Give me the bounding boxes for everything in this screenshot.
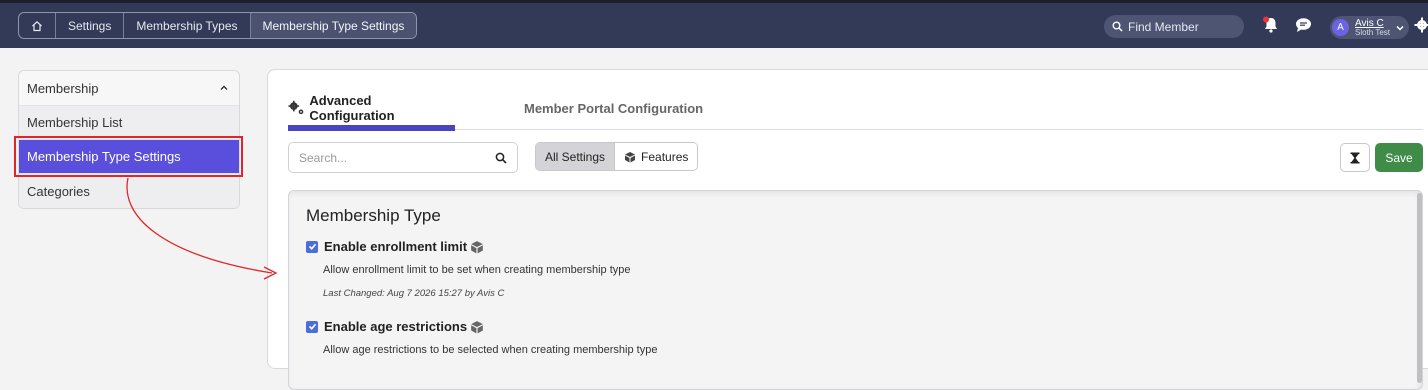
all-settings-button[interactable]: All Settings xyxy=(536,143,614,170)
sidebar-item-categories[interactable]: Categories xyxy=(19,174,239,208)
package-icon xyxy=(624,151,636,163)
history-button[interactable] xyxy=(1340,143,1370,172)
tab-member-portal-configuration[interactable]: Member Portal Configuration xyxy=(524,86,703,130)
search-icon xyxy=(1112,21,1123,32)
package-icon xyxy=(470,320,484,334)
enable-age-restrictions-checkbox[interactable] xyxy=(306,321,318,333)
sidebar-item-label: Membership Type Settings xyxy=(27,149,181,164)
enable-enrollment-limit-checkbox[interactable] xyxy=(306,241,318,253)
check-icon xyxy=(308,322,317,331)
sidebar-group-membership[interactable]: Membership xyxy=(19,71,239,106)
features-label: Features xyxy=(641,150,688,164)
tab-advanced-configuration[interactable]: Advanced Configuration xyxy=(288,86,455,130)
breadcrumb-membership-types[interactable]: Membership Types xyxy=(123,13,249,38)
user-name-block: Avis C Sloth Test xyxy=(1355,19,1390,37)
chat-icon xyxy=(1295,17,1312,33)
chevron-up-icon xyxy=(219,83,229,93)
avatar: A xyxy=(1332,19,1349,36)
settings-search-input[interactable]: Search... xyxy=(288,142,518,173)
search-placeholder: Search... xyxy=(299,151,347,165)
tab-label: Advanced Configuration xyxy=(309,93,455,123)
features-button[interactable]: Features xyxy=(614,143,697,170)
sidebar-item-membership-type-settings[interactable]: Membership Type Settings xyxy=(19,140,239,174)
setting-age-restrictions: Enable age restrictions Allow age restri… xyxy=(306,319,657,356)
check-icon xyxy=(308,242,317,251)
tab-label: Member Portal Configuration xyxy=(524,101,703,116)
breadcrumb-home[interactable] xyxy=(19,13,55,38)
setting-title: Enable enrollment limit xyxy=(324,239,467,254)
notifications-button[interactable] xyxy=(1262,16,1280,39)
settings-button[interactable] xyxy=(1414,17,1428,38)
setting-description: Allow enrollment limit to be set when cr… xyxy=(323,264,631,276)
user-name: Avis C xyxy=(1355,19,1390,28)
breadcrumb-settings[interactable]: Settings xyxy=(55,13,123,38)
sidebar-item-membership-list[interactable]: Membership List xyxy=(19,106,239,140)
settings-filter-group: All Settings Features xyxy=(535,142,698,171)
home-icon xyxy=(31,20,43,32)
setting-header: Enable enrollment limit xyxy=(306,239,631,254)
setting-title: Enable age restrictions xyxy=(324,319,467,334)
user-menu[interactable]: A Avis C Sloth Test xyxy=(1330,16,1409,39)
scrollbar[interactable] xyxy=(1417,193,1422,383)
sidebar-group-label: Membership xyxy=(27,81,99,96)
setting-enrollment-limit: Enable enrollment limit Allow enrollment… xyxy=(306,239,631,299)
find-member-search[interactable]: Find Member xyxy=(1104,15,1244,38)
package-icon xyxy=(470,240,484,254)
breadcrumb-membership-type-settings[interactable]: Membership Type Settings xyxy=(250,13,417,38)
section-title: Membership Type xyxy=(306,206,441,226)
messages-button[interactable] xyxy=(1295,17,1312,38)
main-panel: Advanced Configuration Member Portal Con… xyxy=(267,69,1428,369)
setting-description: Allow age restrictions to be selected wh… xyxy=(323,344,657,356)
setting-last-changed: Last Changed: Aug 7 2026 15:27 by Avis C xyxy=(323,288,631,299)
sidebar: Membership Membership List Membership Ty… xyxy=(18,70,240,209)
user-org: Sloth Test xyxy=(1355,28,1390,37)
setting-header: Enable age restrictions xyxy=(306,319,657,334)
tab-bar: Advanced Configuration Member Portal Con… xyxy=(288,86,1423,130)
hourglass-icon xyxy=(1350,152,1360,164)
find-member-placeholder: Find Member xyxy=(1128,20,1199,34)
search-icon xyxy=(495,152,507,164)
sidebar-item-label: Categories xyxy=(27,184,90,199)
bell-icon xyxy=(1262,16,1280,34)
save-button[interactable]: Save xyxy=(1375,143,1423,172)
chevron-down-icon xyxy=(1395,23,1405,33)
top-bar: Settings Membership Types Membership Typ… xyxy=(0,0,1428,48)
sidebar-item-label: Membership List xyxy=(27,115,122,130)
membership-type-section: Membership Type Enable enrollment limit … xyxy=(288,190,1423,390)
breadcrumb: Settings Membership Types Membership Typ… xyxy=(18,12,417,39)
gears-icon xyxy=(288,100,305,116)
gear-icon xyxy=(1414,17,1428,33)
